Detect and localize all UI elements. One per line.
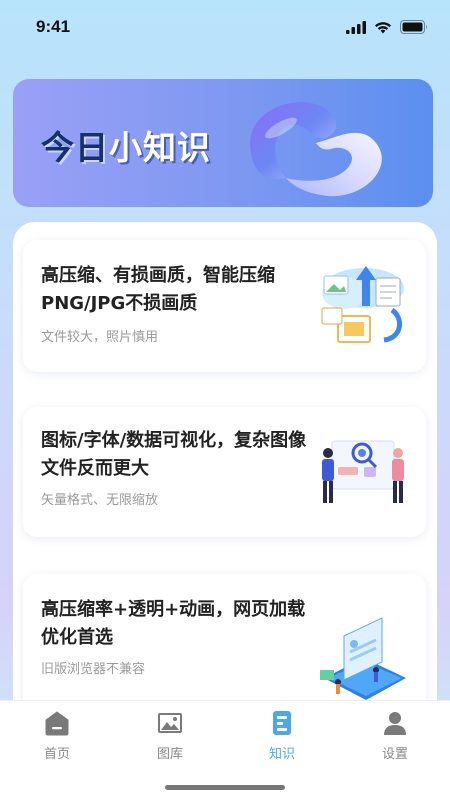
tab-knowledge[interactable]: 知识 bbox=[242, 709, 322, 762]
card-title: 高压缩率+透明+动画，网页加载优化首选 bbox=[41, 599, 306, 648]
glossy-ring-illustration bbox=[249, 102, 382, 197]
banner-title-part1: 今日 bbox=[41, 128, 109, 167]
tab-gallery-label: 图库 bbox=[156, 747, 183, 762]
knowledge-list: 高压缩、有损画质，智能压缩PNG/JPG不损画质 文件较大，照片慎用 图标/字体… bbox=[13, 222, 437, 722]
tab-settings-label: 设置 bbox=[381, 747, 408, 762]
daily-knowledge-banner: 今日小知识 bbox=[13, 79, 433, 207]
tab-settings[interactable]: 设置 bbox=[355, 709, 435, 762]
tab-gallery[interactable]: 图库 bbox=[130, 709, 210, 762]
card-subtitle: 旧版浏览器不兼容 bbox=[41, 662, 146, 677]
home-indicator[interactable] bbox=[165, 785, 285, 790]
battery-icon bbox=[400, 20, 427, 34]
user-icon bbox=[384, 712, 406, 735]
banner-title: 今日小知识 bbox=[41, 121, 211, 169]
card-title: 图标/字体/数据可视化，复杂图像文件反而更大 bbox=[41, 430, 307, 479]
knowledge-card[interactable]: 高压缩、有损画质，智能压缩PNG/JPG不损画质 文件较大，照片慎用 bbox=[23, 240, 426, 372]
knowledge-card[interactable]: 图标/字体/数据可视化，复杂图像文件反而更大 矢量格式、无限缩放 bbox=[23, 407, 426, 537]
tab-knowledge-label: 知识 bbox=[268, 747, 295, 762]
tab-home-label: 首页 bbox=[43, 747, 70, 762]
status-icons bbox=[346, 20, 428, 34]
card-title: 高压缩、有损画质，智能压缩PNG/JPG不损画质 bbox=[41, 265, 275, 314]
banner-title-part2: 小知识 bbox=[109, 128, 211, 167]
card-subtitle: 文件较大，照片慎用 bbox=[41, 330, 159, 345]
signal-icon bbox=[346, 20, 366, 34]
status-bar: 9:41 bbox=[0, 0, 450, 56]
knowledge-icon bbox=[273, 711, 291, 735]
cloud-upload-illustration bbox=[321, 266, 404, 343]
status-time: 9:41 bbox=[36, 17, 71, 36]
home-icon bbox=[45, 711, 69, 736]
card-subtitle: 矢量格式、无限缩放 bbox=[41, 493, 159, 508]
wifi-icon bbox=[375, 21, 391, 33]
tab-home[interactable]: 首页 bbox=[17, 709, 97, 762]
gallery-icon bbox=[158, 713, 182, 733]
isometric-web-illustration bbox=[320, 609, 406, 700]
knowledge-card[interactable]: 高压缩率+透明+动画，网页加载优化首选 旧版浏览器不兼容 bbox=[23, 574, 426, 714]
people-search-illustration bbox=[322, 440, 404, 503]
